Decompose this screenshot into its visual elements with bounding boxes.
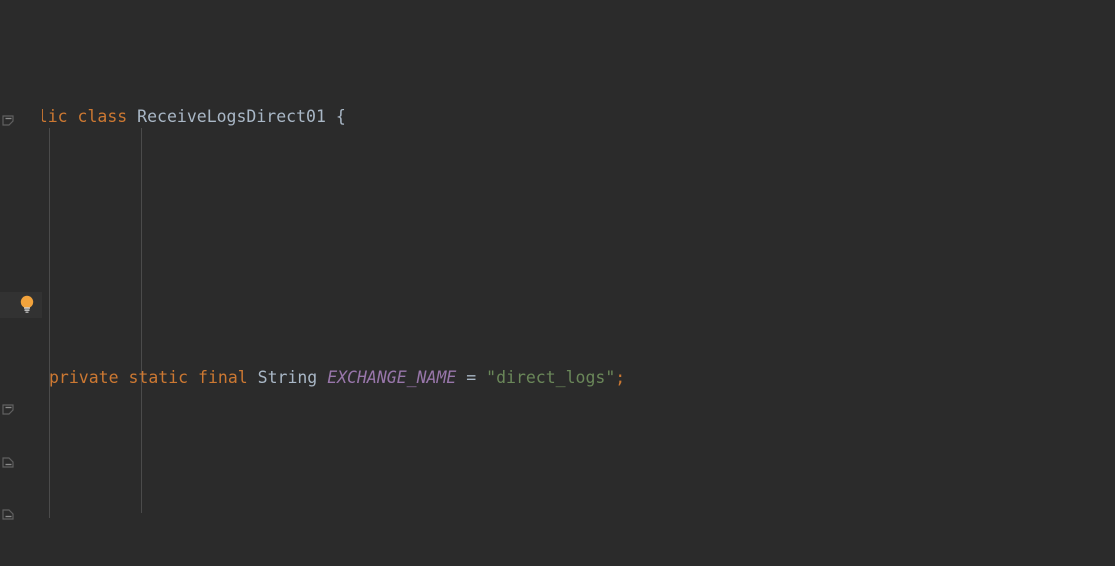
token-field: EXCHANGE_NAME — [327, 368, 457, 388]
code-line[interactable] — [0, 235, 1115, 261]
fold-arrow-icon[interactable] — [2, 114, 16, 128]
token-keyword: private — [49, 368, 119, 388]
code-line[interactable]: public class ReceiveLogsDirect01 { — [0, 104, 1115, 130]
token-brace: { — [335, 107, 346, 127]
fold-arrow-icon[interactable] — [2, 507, 16, 521]
token-class-name: ReceiveLogsDirect01 — [137, 107, 326, 127]
token-type: String — [257, 368, 318, 388]
token-keyword: class — [77, 107, 128, 127]
code-line[interactable] — [0, 496, 1115, 522]
fold-arrow-icon[interactable] — [2, 403, 16, 417]
token-keyword: static — [128, 368, 189, 388]
token-semicolon: ; — [615, 368, 626, 388]
token-string: "direct_logs" — [486, 368, 616, 388]
code-line[interactable]: private static final String EXCHANGE_NAM… — [0, 365, 1115, 391]
token-operator: = — [466, 368, 477, 388]
token-keyword: final — [198, 368, 248, 388]
code-content[interactable]: public class ReceiveLogsDirect01 { priva… — [0, 0, 1115, 566]
editor-gutter[interactable] — [0, 0, 42, 566]
lightbulb-icon[interactable] — [18, 294, 36, 314]
fold-arrow-icon[interactable] — [2, 455, 16, 469]
code-editor[interactable]: public class ReceiveLogsDirect01 { priva… — [0, 0, 1115, 566]
